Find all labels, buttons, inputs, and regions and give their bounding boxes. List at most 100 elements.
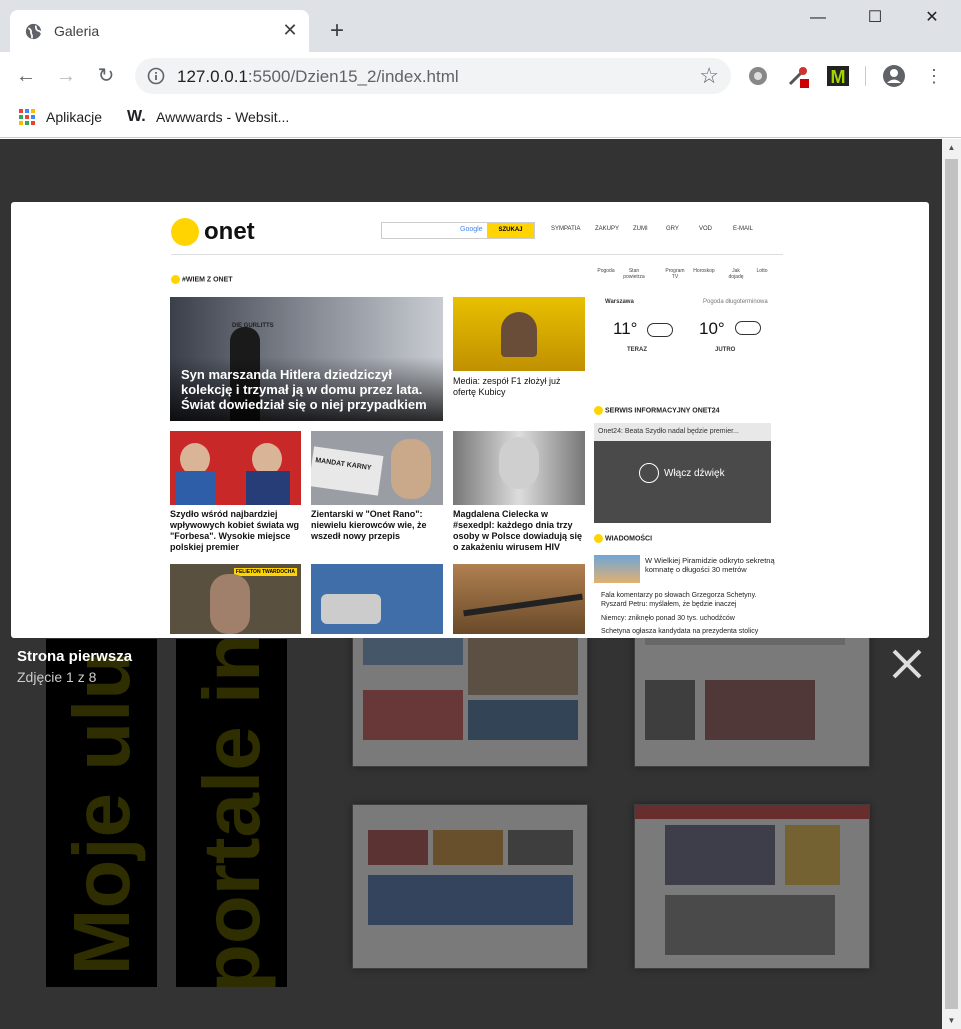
onet-car-image — [311, 564, 443, 634]
onet-weather-dojade: Jak dojadę — [728, 268, 744, 280]
scroll-up-icon[interactable]: ▲ — [942, 139, 961, 156]
onet-temp-tomorrow: 10° — [699, 319, 725, 338]
onet-article-szydlo: Szydło wśród najbardziej wpływowych kobi… — [170, 509, 300, 552]
gallery-thumbnail-4[interactable] — [352, 804, 588, 969]
gallery-thumbnail-5[interactable] — [634, 804, 870, 969]
onet-temp-tomorrow-label: JUTRO — [715, 347, 736, 353]
onet-video-title: Onet24: Beata Szydło nadal będzie premie… — [594, 423, 771, 441]
eyedropper-extension-icon[interactable] — [786, 64, 810, 88]
onet-divider — [171, 254, 783, 255]
onet-logo: onet — [171, 218, 255, 246]
onet-weather-lotto: Lotto — [756, 268, 768, 274]
onet-lead-caption: DIE GURLITTS — [232, 323, 274, 329]
onet-section-serwis: SERWIS INFORMACYJNY ONET24 — [594, 406, 720, 415]
onet-news-item-2: Niemcy: zniknęło ponad 30 tys. uchodźców — [601, 615, 735, 622]
page-scrollbar[interactable]: ▲ ▼ — [942, 139, 961, 1029]
onet-video-sound: Włącz dźwięk — [664, 468, 725, 479]
vertical-text-1: Moje ulu — [56, 650, 146, 976]
onet-news-item-3: Schetyna ogłasza kandydata na prezydenta… — [601, 628, 759, 635]
info-icon[interactable] — [147, 67, 165, 85]
lightbox-close-icon[interactable] — [888, 645, 926, 683]
gear-extension-icon[interactable] — [746, 64, 770, 88]
scroll-down-icon[interactable]: ▼ — [942, 1012, 961, 1029]
page-content: Moje ulu portale in onet Google SZUKAJ S… — [0, 139, 942, 1029]
close-window-icon[interactable]: ✕ — [909, 0, 955, 36]
onet-weather-city: Warszawa — [605, 299, 634, 305]
onet-article-zientarski: Zientarski w "Onet Rano": niewielu kiero… — [311, 509, 427, 541]
onet-logo-text: onet — [204, 218, 255, 245]
gallery-thumbnail-3[interactable] — [634, 629, 870, 767]
onet-nav-zakupy: ZAKUPY — [595, 226, 620, 232]
svg-text:M: M — [831, 67, 846, 87]
lightbox-caption-title: Strona pierwsza — [17, 648, 133, 665]
profile-avatar-icon[interactable] — [882, 64, 906, 88]
reload-icon[interactable]: ↻ — [94, 64, 118, 88]
onet-twardoch-image: FELIETON TWARDOCHA — [170, 564, 301, 634]
lightbox-image-counter: Zdjęcie 1 z 8 — [17, 669, 97, 685]
onet-nav-email: E-MAIL — [733, 226, 754, 232]
awwwards-w-icon: W. — [127, 108, 146, 125]
onet-weather-air: Stan powietrza — [623, 268, 645, 280]
maximize-icon[interactable]: ☐ — [852, 0, 898, 36]
globe-icon — [25, 23, 42, 40]
minimize-icon[interactable]: — — [795, 0, 841, 36]
new-tab-icon[interactable]: + — [326, 19, 348, 43]
address-bar[interactable]: 127.0.0.1:5500/Dzien15_2/index.html ☆ — [135, 58, 731, 94]
gallery-vertical-text-1: Moje ulu — [46, 639, 157, 987]
onet-pyramid-image — [594, 555, 640, 583]
url-text: 127.0.0.1:5500/Dzien15_2/index.html — [177, 67, 459, 87]
scrollbar-thumb[interactable] — [945, 159, 958, 1009]
onet-logo-dot — [171, 218, 199, 246]
onet-kubica-image — [453, 297, 585, 371]
apps-grid-icon[interactable] — [19, 109, 35, 125]
onet-search-box: Google SZUKAJ — [381, 222, 535, 239]
lightbox-image[interactable]: onet Google SZUKAJ SYMPATIA ZAKUPY ZUMI … — [11, 202, 929, 638]
onet-weather-pogoda: Pogoda — [597, 268, 615, 274]
onet-nav-vod: VOD — [699, 226, 713, 232]
m-extension-icon[interactable]: M — [826, 64, 850, 88]
cloud-icon — [735, 321, 761, 335]
onet-google-label: Google — [460, 226, 483, 233]
vertical-text-2: portale in — [186, 639, 276, 987]
onet-search-button: SZUKAJ — [487, 223, 534, 238]
onet-article-cielecka: Magdalena Cielecka w #sexedpl: każdego d… — [453, 509, 583, 552]
forward-icon[interactable]: → — [54, 64, 78, 88]
tab-galeria[interactable]: Galeria ✕ — [10, 10, 309, 52]
onet-video-player: Onet24: Beata Szydło nadal będzie premie… — [594, 423, 771, 523]
onet-section-wiadomosci: WIADOMOŚCI — [594, 534, 652, 543]
menu-kebab-icon[interactable]: ⋮ — [922, 64, 946, 88]
onet-article-kubica: Media: zespół F1 złożył już ofertę Kubic… — [453, 376, 561, 397]
toolbar-divider — [865, 66, 866, 86]
onet-section-wiem: #WIEM Z ONET — [171, 275, 233, 284]
gallery-thumbnail-2[interactable] — [352, 629, 588, 767]
tab-close-icon[interactable]: ✕ — [280, 20, 300, 40]
gallery-vertical-text-2: portale in — [176, 639, 287, 987]
onet-merkel-szydlo-image — [170, 431, 301, 505]
bookmark-awwwards[interactable]: Awwwards - Websit... — [156, 107, 289, 127]
onet-cielecka-image — [453, 431, 585, 505]
speaker-icon — [639, 463, 659, 483]
onet-temp-now: 11° — [613, 319, 638, 338]
back-icon[interactable]: ← — [14, 64, 38, 88]
onet-weather-long: Pogoda długoterminowa — [703, 299, 768, 305]
onet-lead-headline: Syn marszanda Hitlera dziedziczył kolekc… — [181, 367, 427, 412]
onet-nav-zumi: ZUMI — [633, 226, 648, 232]
tab-strip: Galeria ✕ + — ☐ ✕ — [0, 0, 961, 52]
onet-rifle-image — [453, 564, 585, 634]
onet-news-top: W Wielkiej Piramidzie odkryto sekretną k… — [645, 556, 775, 574]
bookmarks-bar: Aplikacje W. Awwwards - Websit... — [0, 100, 961, 138]
onet-news-item-1: Fala komentarzy po słowach Grzegorza Sch… — [601, 592, 757, 608]
onet-weather-horoskop: Horoskop — [693, 268, 715, 274]
cloud-rain-icon — [647, 323, 673, 337]
onet-nav-gry: GRY — [666, 226, 679, 232]
url-path: :5500/Dzien15_2/index.html — [247, 67, 459, 86]
onet-felieton-badge: FELIETON TWARDOCHA — [233, 568, 297, 576]
toolbar: ← → ↻ 127.0.0.1:5500/Dzien15_2/index.htm… — [0, 52, 961, 100]
onet-weather-tv: Program TV — [665, 268, 685, 280]
onet-mandat-image: MANDAT KARNY — [311, 431, 443, 505]
browser-chrome: Galeria ✕ + — ☐ ✕ ← → ↻ 127.0.0.1:5500/D… — [0, 0, 961, 139]
bookmark-star-icon[interactable]: ☆ — [699, 63, 719, 89]
bookmark-aplikacje[interactable]: Aplikacje — [46, 107, 102, 127]
tab-title: Galeria — [54, 23, 100, 39]
onet-nav-sympatia: SYMPATIA — [551, 226, 581, 232]
